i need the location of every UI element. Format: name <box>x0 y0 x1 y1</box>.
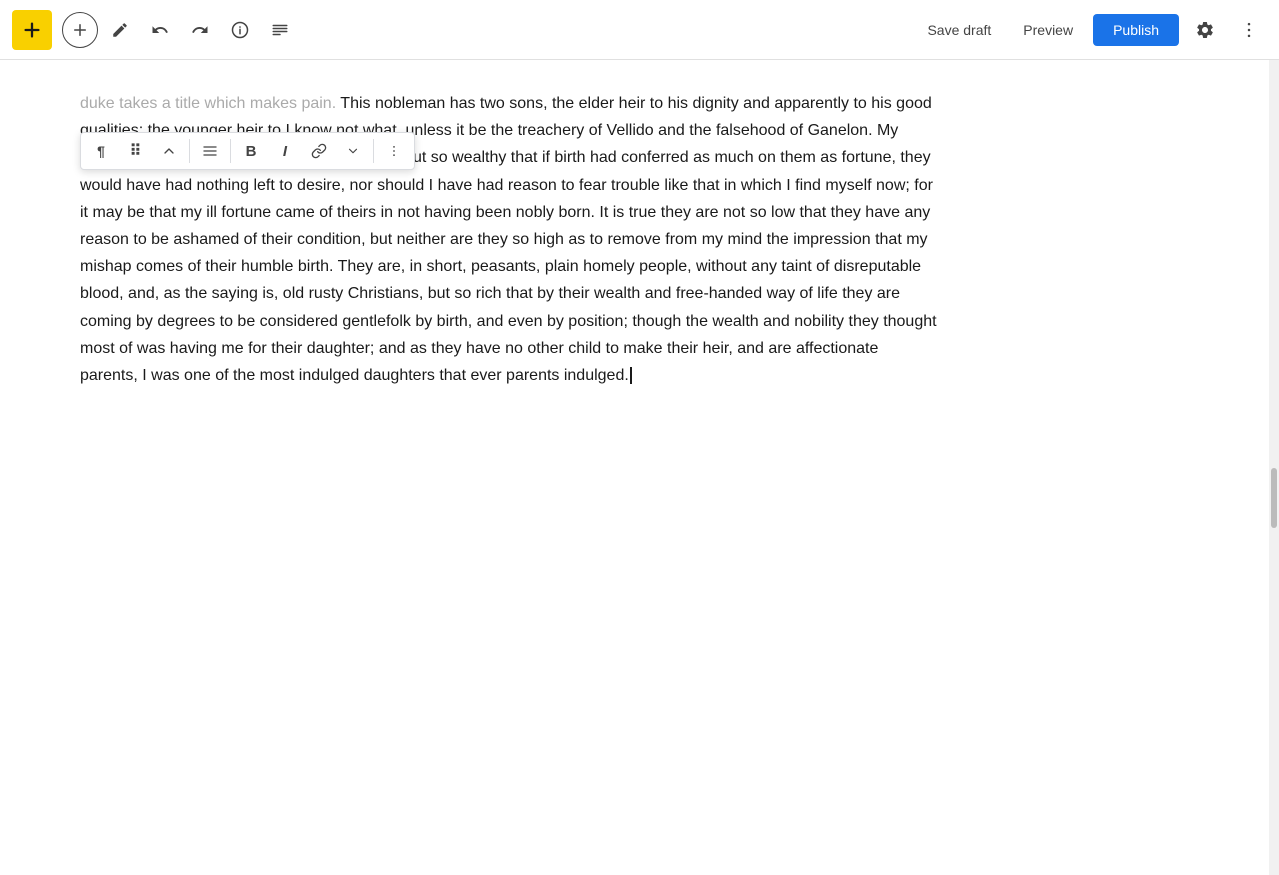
scrollbar[interactable] <box>1269 60 1279 875</box>
format-dropdown-button[interactable] <box>337 135 369 167</box>
toolbar-divider-1 <box>189 139 190 163</box>
paragraph-icon: ¶ <box>97 143 105 159</box>
drag-icon: ⠿ <box>130 141 141 161</box>
move-block-button[interactable] <box>153 135 185 167</box>
top-toolbar: Save draft Preview Publish <box>0 0 1279 60</box>
logo-button[interactable] <box>12 10 52 50</box>
paragraph-tool-button[interactable]: ¶ <box>85 135 117 167</box>
block-more-button[interactable] <box>378 135 410 167</box>
edit-button[interactable] <box>102 12 138 48</box>
undo-button[interactable] <box>142 12 178 48</box>
settings-button[interactable] <box>1187 12 1223 48</box>
italic-icon: I <box>283 143 287 160</box>
article-clipped-start: duke takes a title which makes pain. <box>80 95 340 112</box>
italic-button[interactable]: I <box>269 135 301 167</box>
content-area[interactable]: ¶ ⠿ <box>0 60 1269 875</box>
preview-button[interactable]: Preview <box>1011 14 1085 46</box>
outline-button[interactable] <box>262 12 298 48</box>
toolbar-divider-2 <box>230 139 231 163</box>
publish-button[interactable]: Publish <box>1093 14 1179 46</box>
info-button[interactable] <box>222 12 258 48</box>
toolbar-divider-3 <box>373 139 374 163</box>
drag-handle-button[interactable]: ⠿ <box>119 135 151 167</box>
scrollbar-thumb[interactable] <box>1271 468 1277 528</box>
block-toolbar: ¶ ⠿ <box>80 132 415 170</box>
redo-button[interactable] <box>182 12 218 48</box>
main-area: ¶ ⠿ <box>0 60 1279 875</box>
align-button[interactable] <box>194 135 226 167</box>
bold-icon: B <box>246 143 257 160</box>
bold-button[interactable]: B <box>235 135 267 167</box>
link-button[interactable] <box>303 135 335 167</box>
more-button[interactable] <box>1231 12 1267 48</box>
add-block-button[interactable] <box>62 12 98 48</box>
right-actions: Save draft Preview Publish <box>915 12 1267 48</box>
save-draft-button[interactable]: Save draft <box>915 14 1003 46</box>
